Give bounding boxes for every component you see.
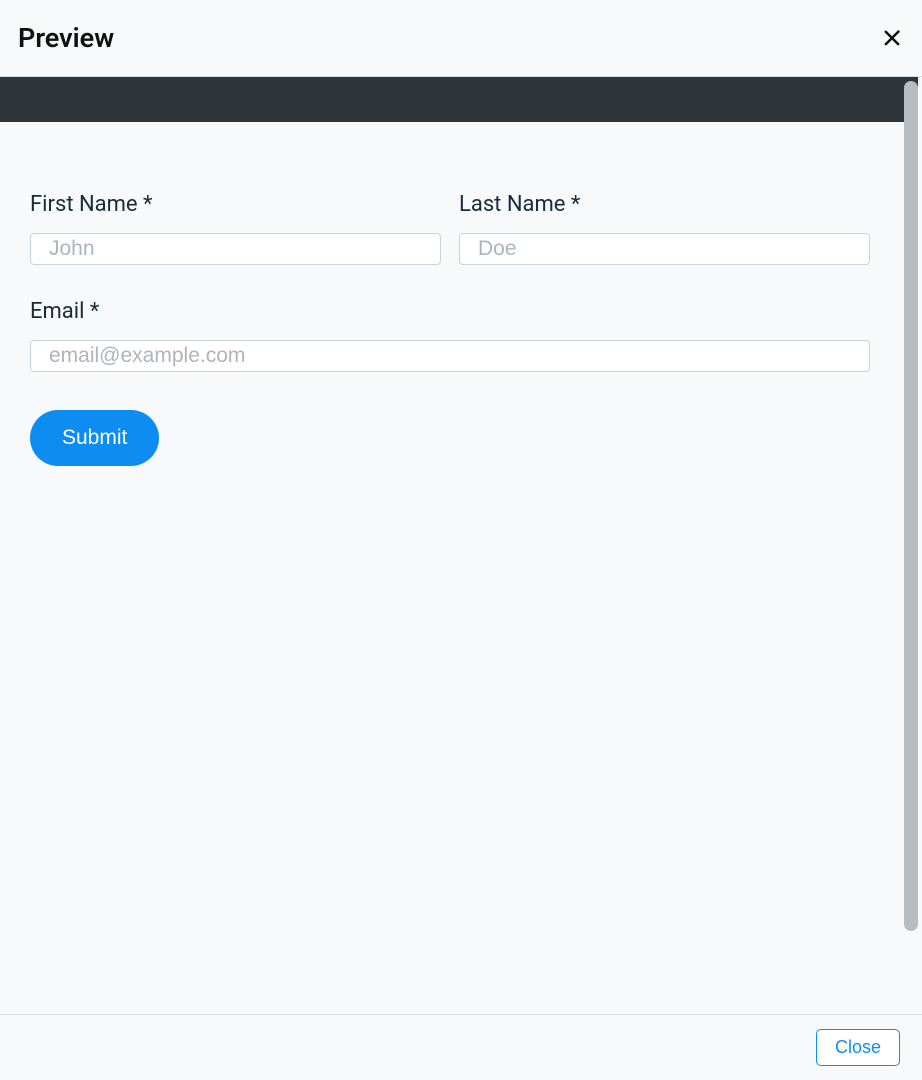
email-group: Email * [30,299,870,372]
modal-body: First Name * Last Name * Email * Submit [0,77,922,1014]
first-name-input[interactable] [30,233,441,265]
submit-button[interactable]: Submit [30,410,159,466]
email-label: Email * [30,299,870,324]
preview-modal: Preview First Name * Last Name * [0,0,922,1080]
email-input[interactable] [30,340,870,372]
last-name-input[interactable] [459,233,870,265]
last-name-label: Last Name * [459,192,870,217]
modal-title: Preview [18,22,114,54]
close-icon[interactable] [880,26,904,50]
last-name-group: Last Name * [459,192,870,265]
first-name-label: First Name * [30,192,441,217]
modal-header: Preview [0,0,922,77]
close-button[interactable]: Close [816,1029,900,1066]
form-banner [0,77,918,122]
scrollbar-track[interactable] [904,81,918,1011]
first-name-group: First Name * [30,192,441,265]
modal-footer: Close [0,1014,922,1080]
form-area: First Name * Last Name * Email * Submit [0,122,900,466]
form-row-name: First Name * Last Name * [30,140,870,265]
scrollbar-thumb[interactable] [904,81,918,931]
